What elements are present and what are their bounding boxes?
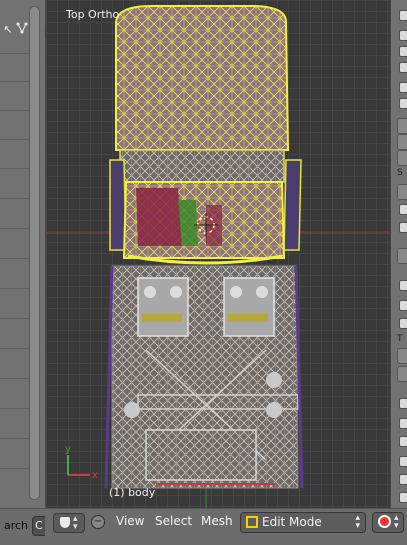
property-checkbox[interactable] [399, 418, 407, 429]
viewport-header: arch C ▴ ▾ − View Select Mesh Edit Mode ▴… [0, 508, 407, 545]
menu-view[interactable]: View [116, 514, 144, 528]
property-checkbox[interactable] [399, 300, 407, 311]
shelf-row [0, 288, 30, 289]
property-field[interactable] [397, 248, 407, 264]
property-checkbox[interactable] [399, 98, 407, 109]
property-checkbox[interactable] [399, 456, 407, 467]
shelf-row [0, 438, 30, 439]
shelf-scrollbar[interactable] [29, 6, 40, 500]
property-checkbox[interactable] [399, 492, 407, 503]
property-checkbox[interactable] [399, 62, 407, 73]
property-field[interactable] [397, 150, 407, 166]
menu-select[interactable]: Select [155, 514, 192, 528]
shelf-row [0, 348, 30, 349]
property-checkbox[interactable] [399, 474, 407, 485]
edit-mode-icon [246, 516, 258, 528]
mode-selector[interactable]: Edit Mode ▴ ▾ [240, 512, 366, 533]
property-field[interactable] [397, 118, 407, 134]
property-label: S [397, 168, 403, 178]
updown-arrows-icon: ▴ ▾ [394, 513, 399, 531]
node-tree-icon[interactable] [16, 22, 28, 34]
shading-sphere-icon [378, 515, 391, 528]
shelf-row [0, 198, 30, 199]
active-object-label: (1) body [109, 486, 156, 499]
tool-shelf: ↖ [0, 0, 46, 508]
property-checkbox[interactable] [399, 30, 407, 41]
svg-text:x: x [92, 470, 98, 481]
shelf-row [0, 53, 30, 54]
mode-selector-label: Edit Mode [262, 515, 322, 529]
property-checkbox[interactable] [399, 222, 407, 233]
property-checkbox[interactable] [399, 46, 407, 57]
updown-arrows-icon: ▴ ▾ [355, 513, 360, 531]
updown-arrows-icon: ▴ ▾ [73, 514, 78, 532]
shelf-row [0, 110, 30, 111]
shelf-row [0, 318, 30, 319]
property-checkbox[interactable] [399, 280, 407, 291]
property-checkbox[interactable] [399, 398, 407, 409]
properties-panel: S T [390, 0, 407, 508]
shelf-row [0, 228, 30, 229]
split-arrow-icon[interactable]: ↖ [2, 24, 14, 36]
shelf-row [0, 258, 30, 259]
collapse-menus-button[interactable]: − [91, 515, 105, 529]
property-label: T [397, 334, 403, 344]
shelf-row [0, 168, 30, 169]
3d-viewport[interactable]: y x Top Ortho (1) body [46, 0, 390, 508]
svg-text:y: y [65, 444, 71, 455]
property-checkbox[interactable] [399, 436, 407, 447]
property-field[interactable] [397, 348, 407, 364]
dropdown-fragment[interactable]: C [32, 516, 45, 536]
search-field-fragment[interactable]: arch [0, 517, 28, 535]
shelf-row [0, 139, 30, 140]
viewport-scene: y x [46, 5, 390, 508]
property-checkbox[interactable] [399, 82, 407, 93]
shelf-row [0, 408, 30, 409]
viewport-shading-selector[interactable]: ▴ ▾ [372, 512, 404, 533]
shelf-row [0, 378, 30, 379]
editor-type-selector[interactable]: ▴ ▾ [53, 513, 85, 533]
shelf-row [0, 468, 30, 469]
menu-mesh[interactable]: Mesh [201, 514, 233, 528]
property-checkbox[interactable] [399, 318, 407, 329]
view-name-label: Top Ortho [66, 8, 120, 21]
3d-view-icon [60, 517, 70, 528]
property-checkbox[interactable] [399, 204, 407, 215]
shelf-row [0, 81, 30, 82]
property-field[interactable] [397, 184, 407, 200]
property-checkbox[interactable] [399, 10, 407, 21]
property-field[interactable] [397, 134, 407, 150]
property-field[interactable] [397, 366, 407, 382]
